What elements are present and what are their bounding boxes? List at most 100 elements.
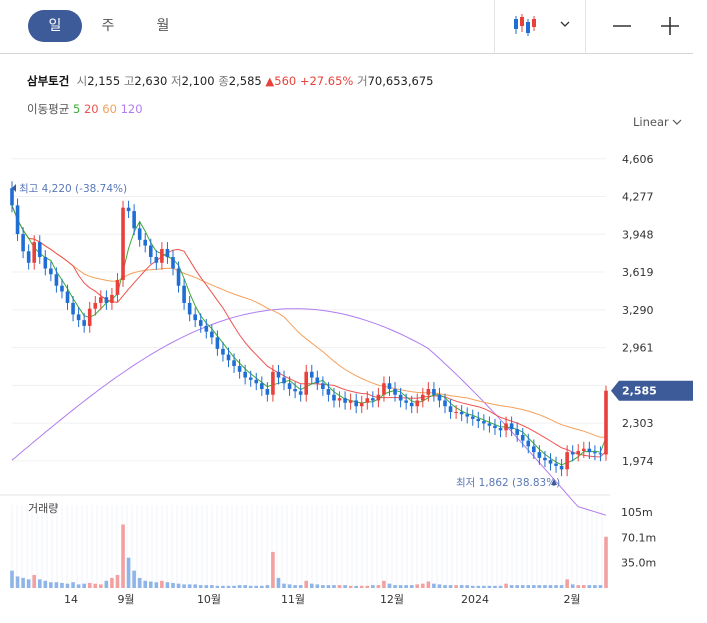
volume-bar	[498, 585, 503, 588]
volume-bar	[87, 582, 92, 588]
volume-bar	[409, 585, 414, 588]
candle-body	[393, 389, 397, 395]
candle-body	[593, 452, 597, 454]
volume-bar	[487, 585, 492, 588]
volume-bar	[404, 585, 408, 588]
price-tick-label: 2,961	[622, 342, 654, 355]
candle-body	[509, 423, 514, 430]
volume-bar	[465, 585, 470, 588]
volume-bar	[110, 577, 114, 588]
volume-bar	[265, 585, 270, 588]
volume-bar	[154, 582, 159, 588]
volume-bar	[71, 582, 75, 588]
candle-body	[493, 425, 497, 429]
candle-body	[421, 394, 425, 401]
volume-bar	[532, 585, 536, 588]
volume-bar	[432, 583, 436, 588]
price-tick-label: 4,277	[622, 191, 654, 204]
volume-bar	[21, 577, 25, 588]
candle-body	[548, 460, 553, 464]
candle-body	[193, 314, 197, 321]
volume-bar	[43, 580, 48, 588]
candle-body	[260, 383, 264, 390]
candle-body	[376, 394, 381, 401]
candle-body	[504, 423, 508, 431]
volume-bar	[543, 585, 547, 588]
volume-bar	[509, 585, 514, 588]
price-tick-label: 3,290	[622, 304, 654, 317]
volume-bar	[332, 585, 336, 588]
volume-bar	[198, 585, 203, 588]
max-price-annotation: 최고 4,220 (-38.74%)	[19, 183, 127, 195]
candle-body	[26, 251, 31, 263]
candle-body	[570, 452, 575, 455]
candle-body	[87, 308, 92, 326]
candle-body	[154, 257, 159, 263]
volume-bar	[193, 584, 197, 588]
volume-bar	[271, 551, 275, 588]
candle-body	[559, 465, 564, 470]
candle-body	[143, 239, 148, 246]
volume-bar	[570, 584, 575, 588]
volume-bar	[371, 585, 375, 588]
candle-body	[404, 400, 408, 403]
volume-bar	[515, 585, 519, 588]
candle-body	[126, 207, 131, 212]
candle-body	[210, 331, 214, 338]
volume-bar	[232, 585, 236, 588]
candle-body	[326, 389, 331, 395]
volume-bar	[398, 585, 403, 588]
price-chart[interactable]: 4,6064,2773,9483,6193,2902,9612,6322,303…	[0, 0, 707, 623]
min-price-annotation: 최저 1,862 (38.83%)	[456, 477, 560, 489]
candle-body	[182, 285, 186, 303]
candle-body	[309, 371, 314, 378]
volume-bar	[243, 585, 247, 588]
candle-body	[287, 383, 292, 390]
volume-bar	[493, 585, 497, 588]
candle-body	[443, 400, 447, 407]
volume-bar	[459, 585, 464, 588]
volume-bar	[276, 577, 281, 588]
volume-bar	[415, 584, 420, 588]
volume-bar	[348, 585, 353, 588]
x-axis-label: 12월	[380, 593, 404, 606]
volume-bar	[359, 585, 364, 588]
candle-body	[498, 428, 503, 431]
x-axis-label: 11월	[281, 593, 305, 606]
volume-bar	[343, 585, 347, 588]
volume-bar	[148, 581, 153, 588]
volume-bar	[221, 585, 225, 588]
candle-body	[576, 450, 581, 455]
volume-bar	[248, 585, 253, 588]
volume-bar	[210, 585, 214, 588]
candle-body	[304, 371, 309, 395]
volume-bar	[593, 585, 597, 588]
volume-bar	[121, 524, 125, 588]
volume-bar	[304, 580, 309, 588]
volume-bar	[548, 585, 553, 588]
volume-bar	[204, 585, 209, 588]
volume-bar	[260, 585, 264, 588]
volume-bar	[482, 585, 486, 588]
volume-tick-label: 35.0m	[621, 557, 656, 570]
candle-body	[37, 242, 42, 258]
candle-body	[265, 389, 270, 395]
candle-body	[371, 398, 375, 401]
candle-body	[354, 400, 358, 407]
volume-bar	[576, 585, 581, 588]
current-price-label: 2,585	[622, 385, 657, 398]
volume-bar	[32, 575, 37, 588]
candle-body	[482, 421, 486, 424]
candle-body	[276, 371, 281, 378]
candle-body	[43, 257, 48, 269]
volume-bar	[598, 585, 603, 588]
volume-bar	[49, 582, 53, 588]
candle-body	[121, 207, 125, 280]
candle-body	[132, 211, 136, 229]
candle-body	[82, 320, 86, 326]
candle-body	[587, 448, 592, 453]
volume-bar	[421, 583, 425, 588]
candle-body	[243, 371, 247, 378]
candle-body	[382, 383, 386, 395]
volume-bar	[187, 584, 192, 588]
